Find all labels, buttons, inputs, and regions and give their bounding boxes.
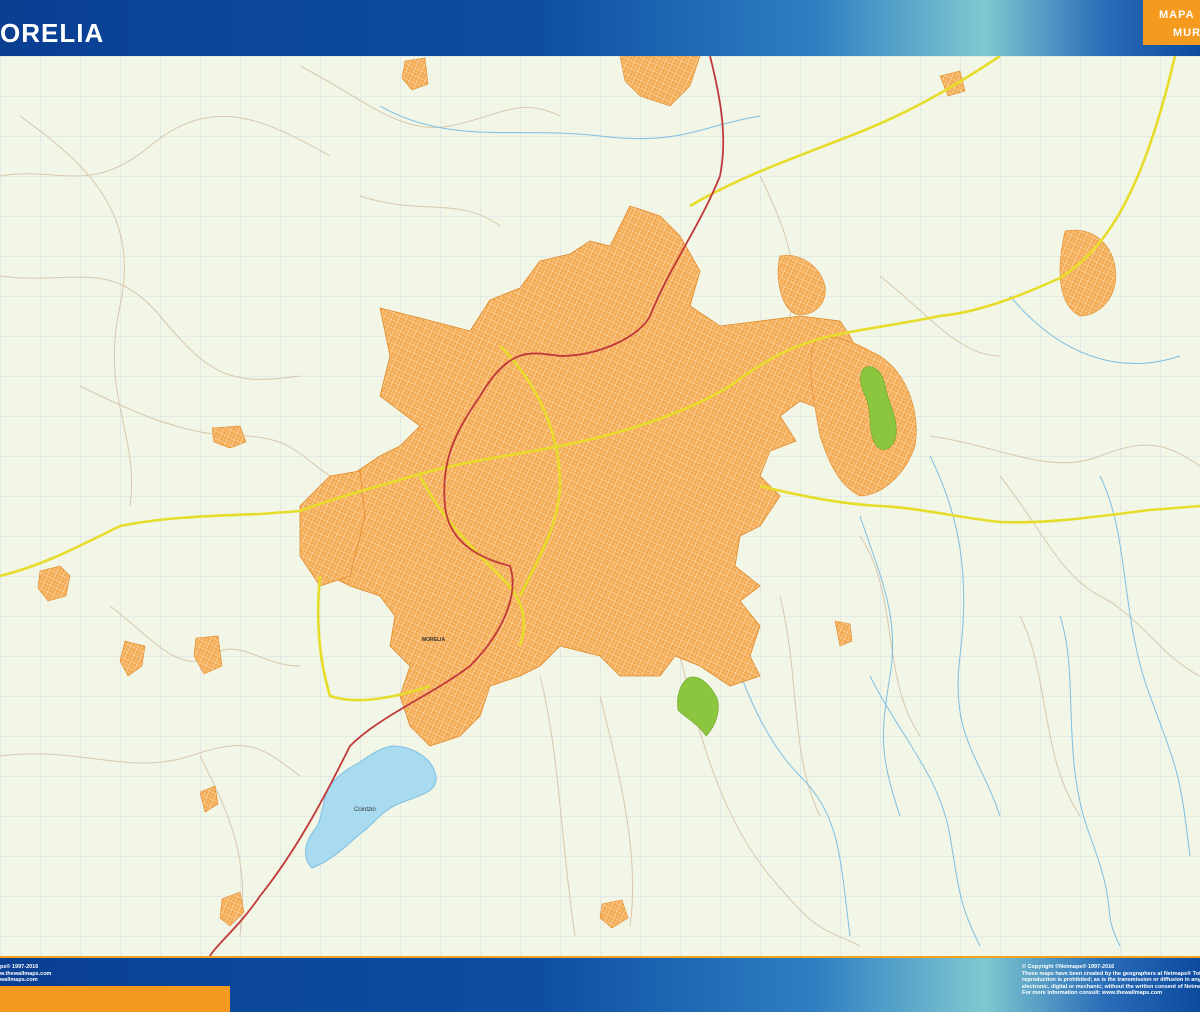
brand-badge: MAPA MUR [1143, 0, 1200, 45]
lake-label: Cointzio [354, 807, 376, 813]
map-footer: ps® 1997-2016 w.thewallmaps.com wallmaps… [0, 956, 1200, 1012]
city-label: MORELIA [422, 637, 445, 643]
copyright-line: © Copyright ©Netmaps® 1997-2016 [1022, 964, 1115, 970]
brand-badge-line2: MUR [1173, 27, 1200, 39]
footer-copyright: © Copyright ©Netmaps® 1997-2016 These ma… [1022, 964, 1200, 997]
copyright-line: For more information consult: www.thewal… [1022, 990, 1163, 997]
map-header: ORELIA MAPA MUR [0, 0, 1200, 58]
brand-badge-line1: MAPA [1159, 9, 1195, 21]
copyright-line: These maps have been created by the geog… [1022, 970, 1200, 977]
map-title: ORELIA [0, 18, 105, 48]
footer-orange-bar [0, 986, 230, 1012]
copyright-line: reproduction is prohibited; as is the tr… [1022, 977, 1200, 984]
copyright-line: electronic, digital or mechanic; without… [1022, 983, 1200, 990]
footer-left-credits: ps® 1997-2016 w.thewallmaps.com wallmaps… [0, 964, 51, 984]
street-map[interactable]: Cointzio MORELIA [0, 56, 1200, 956]
footer-left-line: wallmaps.com [0, 977, 38, 983]
